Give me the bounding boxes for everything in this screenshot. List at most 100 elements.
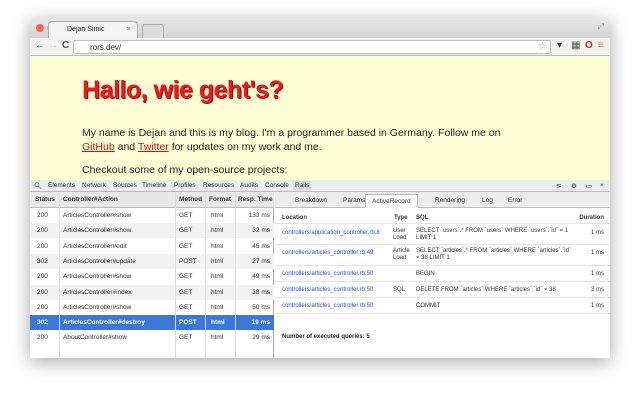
detail-tab-params[interactable]: Params [343,197,365,204]
address-bar[interactable]: rors.dev/ ☆ [73,40,551,54]
devtools-tab-timeline[interactable]: Timeline [142,182,166,189]
query-row: controllers/articles_controller.rb:50 BEG… [275,266,610,282]
request-cell: html [211,242,224,250]
col-resp-time[interactable]: Resp. Time [238,196,273,203]
request-cell: 200 [37,242,48,250]
dock-icon[interactable]: ▭ [586,182,592,190]
request-cell: ArticlesController#show [63,227,132,235]
bookmark-star-icon[interactable]: ☆ [538,41,547,52]
close-devtools-icon[interactable]: × [600,182,604,189]
detail-tab-activerecord[interactable]: ActiveRecord [365,194,418,208]
detail-tab-log[interactable]: Log [482,197,493,204]
col-format[interactable]: Format [209,196,231,203]
intro-paragraph: My name is Dejan and this is my blog. I'… [82,127,501,153]
location-link[interactable]: controllers/articles_controller.rb:50 [282,303,392,310]
detail-tab-rendering[interactable]: Rendering [435,197,465,204]
query-row: controllers/articles_controller.rb:49 Art… [275,245,610,266]
devtools-tab-console[interactable]: Console [265,182,289,189]
detail-tab-breakdown[interactable]: Breakdown [295,197,328,204]
request-row[interactable]: 200 ArticlesController#edit GET html 45 ms [30,239,274,254]
request-cell: html [211,257,224,265]
requests-header: Status Controller#Action Method Format R… [30,192,274,208]
request-row[interactable]: 200 ArticlesController#show GET html 50 ms [30,300,274,315]
request-cell: GET [179,288,193,296]
request-row[interactable]: 200 ArticlesController#show GET html 49 ms [30,269,274,284]
location-link[interactable]: controllers/articles_controller.rb:50 [282,287,392,294]
query-duration: 1 ms [590,303,604,309]
query-count: Number of executed queries: 5 [282,334,370,340]
request-cell: 50 ms [252,303,270,311]
query-duration: 1 ms [590,230,604,236]
devtools-tab-resources[interactable]: Resources [203,182,234,189]
request-cell: GET [179,242,193,250]
back-icon[interactable]: ← [35,40,45,51]
devtools-tab-rails[interactable]: Rails [293,181,312,190]
close-tab-icon[interactable]: × [127,26,131,33]
drawer-icon[interactable]: ⋝ [556,182,561,190]
opera-icon[interactable]: O [585,40,593,51]
devtools-tab-audits[interactable]: Audits [240,182,258,189]
query-type: User Load [393,228,407,241]
search-icon[interactable]: 🔍︎ [34,182,42,190]
reload-icon[interactable]: C [62,40,69,51]
menu-icon[interactable]: ≡ [598,40,604,51]
request-cell: 133 ms [248,212,270,219]
request-row[interactable]: 302 ArticlesController#destroy POST html 19 … [30,315,274,331]
location-link[interactable]: controllers/articles_controller.rb:50 [282,271,392,278]
request-row[interactable]: 302 ArticlesController#update POST html 27 m… [30,253,274,269]
forward-icon[interactable]: → [48,40,58,51]
request-cell: 200 [37,273,48,281]
devtools-toolbar: 🔍︎ Elements Network Sources Timeline Pro… [30,180,610,192]
devtools-tab-profiles[interactable]: Profiles [174,182,196,189]
location-link[interactable]: controllers/application_controller.rb:8 [282,230,392,237]
projects-text: Checkout some of my open-source projects… [82,164,288,176]
column-divider [235,192,236,358]
col-duration: Duration [579,215,604,221]
fullscreen-icon[interactable]: ⤢ [598,22,604,32]
qr-icon[interactable]: ▦ [571,40,580,51]
new-tab-button[interactable] [142,24,164,38]
request-row[interactable]: 200 ArticlesController#show GET html 133 ms [30,208,274,223]
close-window-button[interactable] [36,24,44,32]
gear-icon[interactable]: ⚙ [571,182,577,190]
query-type: SQL [393,287,406,293]
request-cell: 200 [37,334,48,342]
location-link[interactable]: controllers/articles_controller.rb:49 [282,250,392,257]
sql-text: SELECT `users`.* FROM `users` WHERE `use… [416,228,569,241]
sql-text: SELECT `articles`.* FROM `articles` WHER… [416,248,571,261]
request-row[interactable]: 200 AboutController#show GET html 29 ms [30,330,274,345]
request-cell: GET [179,273,193,281]
sql-text: BEGIN [416,271,435,277]
github-link[interactable]: GitHub [82,141,115,153]
request-cell: GET [179,227,193,235]
col-method[interactable]: Method [179,196,202,203]
devtools-tab-network[interactable]: Network [82,182,106,189]
detail-tab-error[interactable]: Error [508,197,522,204]
column-divider [175,192,176,358]
request-cell: ArticlesController#index [63,288,132,296]
page-content: Hallo, wie geht's? My name is Dejan and … [30,56,610,180]
request-cell: 302 [37,257,48,265]
request-cell: GET [179,303,193,311]
url-text: rors.dev/ [90,43,122,52]
col-action[interactable]: Controller#Action [63,196,118,203]
devtools-tab-sources[interactable]: Sources [113,182,137,189]
devtools-tab-elements[interactable]: Elements [48,182,75,189]
query-row: controllers/articles_controller.rb:50 COM… [275,298,610,314]
twitter-link[interactable]: Twitter [138,141,169,153]
request-cell: 38 ms [252,288,270,296]
request-cell: 200 [37,303,48,311]
query-type: Article Load [393,248,410,261]
request-cell: 200 [37,288,48,296]
browser-window: Dejan Simic × ⤢ ← → C rors.dev/☆ ▾ ▦ O ≡ … [30,18,610,358]
request-row[interactable]: 200 ArticlesController#index GET html 38 ms [30,284,274,300]
pocket-icon[interactable]: ▾ [557,40,562,51]
browser-tab[interactable]: Dejan Simic × [48,21,138,38]
request-cell: html [211,288,224,296]
request-row[interactable]: 200 ArticlesController#show GET html 32 ms [30,223,274,239]
request-cell: 45 ms [252,242,270,250]
tab-bar: Dejan Simic × ⤢ [30,18,610,38]
col-status[interactable]: Status [35,196,55,203]
col-location: Location [282,215,307,221]
request-cell: AboutController#show [63,334,127,342]
